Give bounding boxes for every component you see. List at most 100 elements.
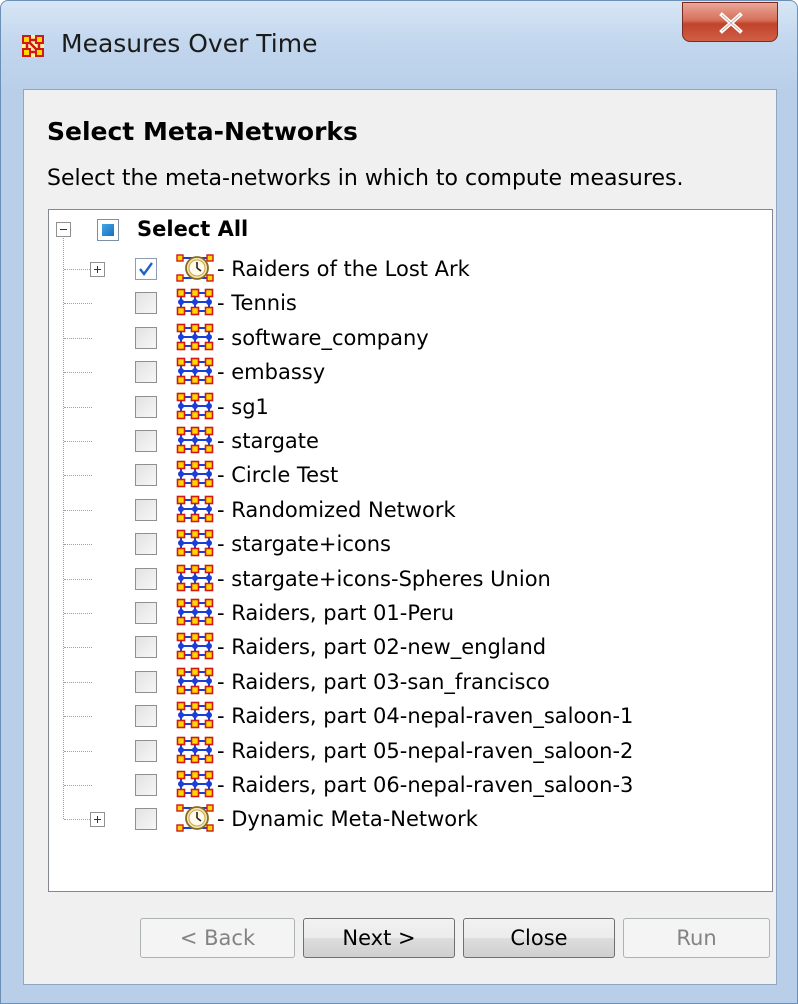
item-label: - Raiders, part 06-nepal-raven_saloon-3: [217, 773, 634, 797]
next-button[interactable]: Next >: [303, 918, 455, 958]
meta-network-icon: [176, 288, 214, 316]
item-label-text: Randomized Network: [231, 497, 456, 522]
run-button-label: Run: [676, 926, 717, 950]
meta-network-icon: [176, 460, 214, 488]
tree-item-row[interactable]: - Raiders, part 02-new_england: [49, 628, 772, 662]
item-checkbox[interactable]: [135, 430, 157, 452]
item-label-text: Raiders, part 04-nepal-raven_saloon-1: [231, 704, 634, 729]
tree-item-row[interactable]: - Circle Test: [49, 456, 772, 490]
item-label-text: Circle Test: [231, 463, 339, 488]
item-label: - Raiders, part 04-nepal-raven_saloon-1: [217, 704, 634, 729]
tree-item-row[interactable]: - Raiders, part 01-Peru: [49, 594, 772, 628]
tree-item-row[interactable]: - Dynamic Meta-Network: [49, 800, 772, 834]
item-label-text: Raiders of the Lost Ark: [231, 257, 470, 281]
tree-item-row[interactable]: - stargate+icons: [49, 525, 772, 559]
back-button-label: < Back: [179, 926, 256, 950]
item-label: - Raiders, part 03-san_francisco: [217, 669, 550, 694]
expand-icon[interactable]: [90, 262, 105, 277]
item-checkbox[interactable]: [135, 258, 157, 280]
meta-network-icon: [176, 564, 214, 592]
item-label-text: stargate: [231, 429, 319, 453]
item-label: - stargate+icons-Spheres Union: [217, 566, 551, 591]
meta-network-icon: [176, 701, 214, 729]
item-checkbox[interactable]: [135, 395, 157, 418]
item-label-text: stargate+icons: [231, 532, 392, 557]
item-checkbox[interactable]: [135, 739, 157, 762]
meta-network-icon: [176, 667, 214, 695]
close-button-label: Close: [510, 926, 568, 950]
meta-network-tree[interactable]: Select All - Raiders of the Lost Ark - T…: [48, 209, 773, 892]
item-checkbox[interactable]: [135, 636, 157, 659]
item-label: - Raiders of the Lost Ark: [217, 257, 470, 281]
tree-item-row[interactable]: - software_company: [49, 319, 772, 353]
item-label: - Circle Test: [217, 463, 339, 488]
tree-item-row[interactable]: - Raiders, part 04-nepal-raven_saloon-1: [49, 697, 772, 731]
meta-network-icon: [176, 632, 214, 660]
dialog-window: Measures Over Time Select Meta-Networks …: [0, 0, 798, 1004]
meta-network-icon: [176, 392, 214, 420]
item-checkbox[interactable]: [135, 567, 157, 590]
item-checkbox[interactable]: [135, 533, 157, 556]
close-button[interactable]: Close: [463, 918, 615, 958]
tree-item-row[interactable]: - Raiders of the Lost Ark: [49, 250, 772, 284]
item-label: - embassy: [217, 360, 326, 385]
meta-network-icon: [176, 529, 214, 557]
item-checkbox[interactable]: [135, 292, 157, 315]
tree-item-row[interactable]: - sg1: [49, 388, 772, 422]
item-label-text: software_company: [231, 325, 429, 350]
item-label-text: embassy: [231, 360, 326, 385]
item-label-text: Raiders, part 01-Peru: [231, 601, 455, 625]
expand-icon[interactable]: [90, 812, 105, 828]
item-label-text: Tennis: [231, 291, 297, 316]
tree-item-row[interactable]: - Raiders, part 03-san_francisco: [49, 663, 772, 697]
window-title: Measures Over Time: [61, 29, 318, 58]
item-label-text: Raiders, part 02-new_england: [231, 635, 547, 660]
tree-item-row[interactable]: - stargate: [49, 422, 772, 456]
item-label-text: stargate+icons-Spheres Union: [231, 566, 551, 591]
item-checkbox[interactable]: [135, 464, 157, 487]
select-all-label: Select All: [137, 217, 249, 241]
tree-root-row[interactable]: Select All: [49, 210, 772, 244]
meta-network-icon: [176, 357, 214, 385]
run-button[interactable]: Run: [623, 918, 770, 958]
back-button[interactable]: < Back: [140, 918, 295, 958]
checkmark-icon: [139, 262, 153, 276]
item-label-text: Raiders, part 06-nepal-raven_saloon-3: [231, 773, 634, 797]
meta-network-icon: [176, 495, 214, 523]
item-label: - Raiders, part 02-new_england: [217, 635, 547, 660]
page-heading: Select Meta-Networks: [47, 117, 358, 146]
meta-network-icon: [176, 598, 214, 626]
dynamic-meta-network-icon: [176, 804, 214, 833]
item-label: - sg1: [217, 394, 269, 419]
dynamic-meta-network-icon: [176, 254, 214, 282]
next-button-label: Next >: [342, 926, 416, 950]
item-checkbox[interactable]: [135, 705, 157, 728]
meta-network-icon: [176, 426, 214, 454]
item-checkbox[interactable]: [135, 670, 157, 693]
item-label: - Dynamic Meta-Network: [217, 807, 478, 832]
meta-network-icon: [176, 770, 214, 798]
item-label: - stargate+icons: [217, 532, 392, 557]
select-all-checkbox[interactable]: [97, 219, 119, 241]
item-label-text: sg1: [231, 394, 269, 419]
meta-network-icon: [22, 35, 44, 57]
title-bar[interactable]: Measures Over Time: [1, 1, 797, 89]
item-checkbox[interactable]: [135, 774, 157, 796]
item-checkbox[interactable]: [135, 808, 157, 831]
meta-network-icon: [176, 323, 214, 351]
item-label-text: Dynamic Meta-Network: [231, 807, 478, 832]
item-checkbox[interactable]: [135, 602, 157, 624]
item-checkbox[interactable]: [135, 498, 157, 521]
collapse-icon[interactable]: [56, 222, 71, 237]
tree-item-row[interactable]: - Raiders, part 06-nepal-raven_saloon-3: [49, 766, 772, 800]
tree-item-row[interactable]: - embassy: [49, 353, 772, 387]
item-checkbox[interactable]: [135, 326, 157, 349]
item-label: - Raiders, part 01-Peru: [217, 601, 455, 625]
tree-item-row[interactable]: - Raiders, part 05-nepal-raven_saloon-2: [49, 732, 772, 766]
tree-item-row[interactable]: - stargate+icons-Spheres Union: [49, 560, 772, 594]
tree-item-row[interactable]: - Tennis: [49, 284, 772, 318]
close-window-button[interactable]: [682, 2, 778, 42]
tree-item-row[interactable]: - Randomized Network: [49, 491, 772, 525]
item-checkbox[interactable]: [135, 361, 157, 384]
item-label-text: Raiders, part 03-san_francisco: [231, 669, 550, 694]
